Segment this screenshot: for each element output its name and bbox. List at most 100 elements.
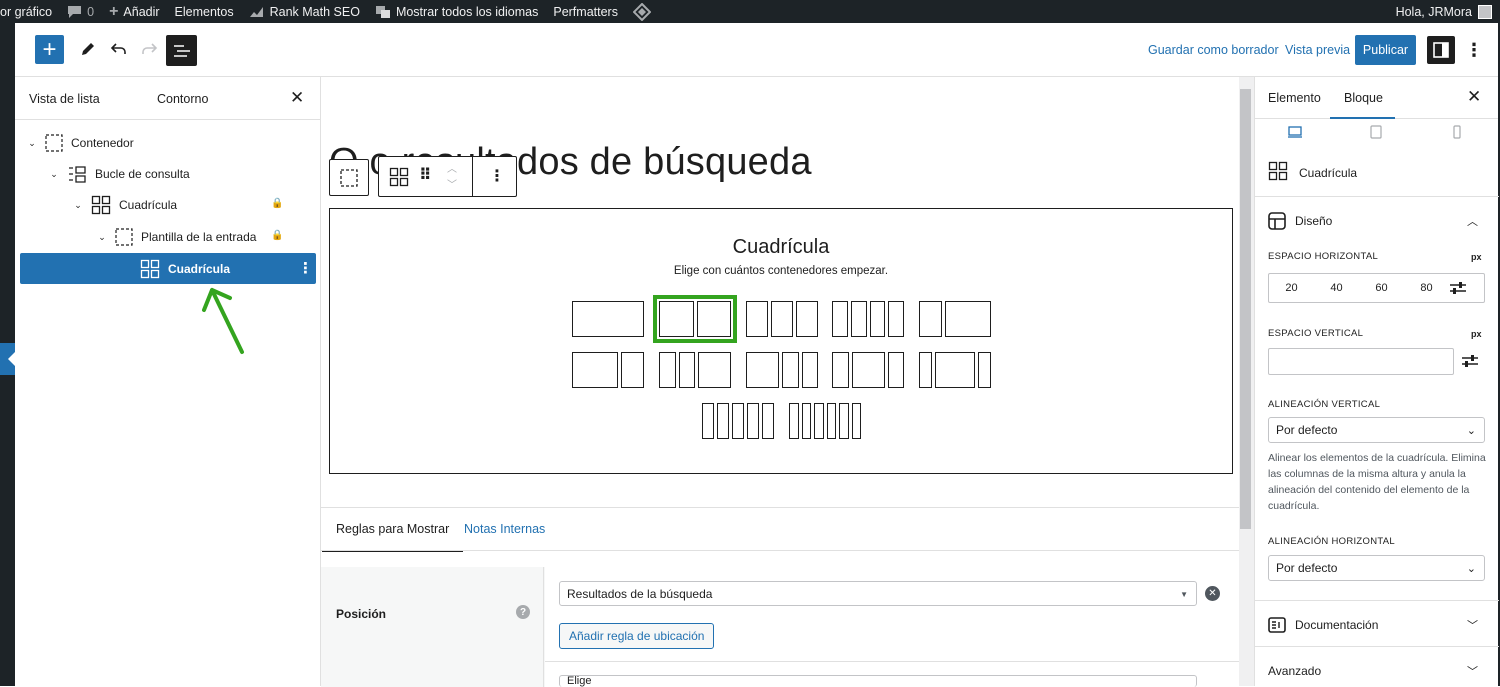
grid-layout-cell	[747, 403, 759, 439]
grid-placeholder: Cuadrícula Elige con cuántos contenedore…	[329, 208, 1233, 474]
more-vertical-icon[interactable]: ⋮	[298, 259, 313, 277]
grid-layout-option[interactable]	[653, 295, 737, 343]
select-parent-button[interactable]	[329, 159, 369, 196]
tablet-icon[interactable]	[1369, 125, 1383, 139]
admin-bar-diamond[interactable]	[632, 2, 651, 21]
block-card: Cuadrícula	[1255, 147, 1499, 197]
grid-layout-option[interactable]	[572, 301, 644, 337]
grid-layout-cell	[801, 352, 818, 388]
location-select[interactable]: Resultados de la búsqueda ▼	[559, 581, 1197, 606]
exclusion-select[interactable]: Elige	[559, 675, 1197, 687]
container-icon	[115, 228, 133, 246]
admin-bar-rankmath[interactable]: Rank Math SEO	[249, 5, 360, 19]
preset-60[interactable]: 60	[1359, 282, 1404, 294]
custom-settings-icon[interactable]	[1449, 281, 1467, 295]
scrollbar-thumb[interactable]	[1240, 89, 1251, 529]
plus-icon: +	[109, 2, 119, 20]
list-item[interactable]: ⌄ Cuadrícula	[71, 190, 177, 220]
grid-layout-cell	[702, 403, 714, 439]
remove-rule-icon[interactable]: ✕	[1205, 586, 1220, 601]
close-sidebar-button[interactable]: ✕	[1467, 87, 1481, 107]
move-down-icon[interactable]: ﹀	[447, 176, 457, 191]
list-item[interactable]: ⌄ Plantilla de la entrada	[95, 222, 256, 252]
grid-layout-option[interactable]	[919, 352, 991, 388]
editor-toolbar: + Guardar como borrador Vista previa Pub…	[15, 23, 1498, 77]
grid-layout-option[interactable]	[659, 352, 731, 388]
admin-bar-item-editor[interactable]: or gráfico	[0, 5, 52, 19]
undo-button[interactable]	[107, 37, 131, 61]
grid-layout-option[interactable]	[832, 352, 904, 388]
unit-label: px	[1471, 252, 1482, 262]
list-item[interactable]: ⌄ Bucle de consulta	[47, 159, 190, 189]
close-list-view-button[interactable]: ✕	[290, 88, 304, 108]
canvas-scrollbar[interactable]	[1239, 77, 1254, 686]
preset-40[interactable]: 40	[1314, 282, 1359, 294]
tab-block[interactable]: Bloque	[1330, 91, 1395, 119]
redo-button[interactable]	[137, 37, 161, 61]
tab-display-rules[interactable]: Reglas para Mostrar	[321, 522, 464, 552]
query-loop-icon	[67, 165, 87, 183]
design-panel-header[interactable]: Diseño	[1268, 212, 1332, 230]
grid-layout-cell	[832, 352, 849, 388]
position-label: Posición	[336, 607, 387, 621]
chevron-down-icon: ﹀	[1467, 620, 1478, 632]
admin-bar-new[interactable]: + Añadir	[109, 3, 159, 21]
tab-list-view[interactable]: Vista de lista	[29, 92, 100, 106]
admin-bar: or gráfico 0 + Añadir Elementos Rank Mat…	[0, 0, 1500, 23]
grid-layout-option[interactable]	[789, 403, 861, 439]
documentation-panel[interactable]: Documentación ﹀	[1255, 601, 1499, 647]
add-block-button[interactable]: +	[35, 35, 64, 64]
add-location-rule-button[interactable]: Añadir regla de ubicación	[559, 623, 715, 649]
sidebar-icon	[1433, 42, 1449, 58]
admin-bar-elements[interactable]: Elementos	[175, 5, 234, 19]
save-draft-button[interactable]: Guardar como borrador	[1148, 43, 1279, 57]
list-item-label: Bucle de consulta	[95, 167, 190, 181]
settings-button[interactable]	[1427, 36, 1455, 64]
vertical-align-select[interactable]: Por defecto ⌄	[1268, 417, 1485, 443]
admin-bar-account[interactable]: Hola, JRMora	[1396, 0, 1492, 23]
move-up-icon[interactable]: ︿	[447, 160, 457, 175]
custom-settings-icon[interactable]	[1461, 354, 1479, 368]
grid-layout-option[interactable]	[746, 352, 818, 388]
preview-button[interactable]: Vista previa	[1285, 43, 1350, 57]
preset-80[interactable]: 80	[1404, 282, 1449, 294]
grid-icon[interactable]	[389, 167, 409, 192]
mobile-icon[interactable]	[1450, 125, 1464, 139]
list-item[interactable]: ⌄ Contenedor	[25, 128, 134, 158]
documentation-header[interactable]: Documentación	[1268, 617, 1378, 633]
toolbar-separator	[472, 157, 473, 196]
layout-icon	[1268, 212, 1286, 230]
list-view-button[interactable]	[166, 35, 197, 66]
grid-layout-cell	[869, 301, 886, 337]
desktop-icon[interactable]	[1288, 125, 1302, 139]
horizontal-align-select[interactable]: Por defecto ⌄	[1268, 555, 1485, 581]
comments-count: 0	[87, 4, 95, 19]
grid-layout-option[interactable]	[919, 301, 991, 337]
grid-layout-option[interactable]	[832, 301, 904, 337]
admin-bar-comments[interactable]: 0	[67, 5, 94, 19]
exclusion-select-value: Elige	[567, 675, 592, 687]
chevron-down-icon: ⌄	[74, 199, 82, 210]
drag-handle-icon[interactable]: ⠿	[419, 165, 432, 185]
admin-bar-perfmatters[interactable]: Perfmatters	[553, 5, 618, 19]
grid-layout-option[interactable]	[746, 301, 818, 337]
grid-layout-option[interactable]	[702, 403, 774, 439]
tab-outline[interactable]: Contorno	[157, 92, 208, 106]
tools-button[interactable]	[76, 37, 100, 61]
chevron-up-icon[interactable]: ︿	[1467, 213, 1478, 229]
preset-20[interactable]: 20	[1269, 282, 1314, 294]
options-menu-button[interactable]: ⋮	[1464, 38, 1484, 62]
vertical-gap-input[interactable]	[1268, 348, 1454, 375]
more-vertical-icon[interactable]: ⋮	[489, 166, 505, 186]
advanced-panel[interactable]: Avanzado ﹀	[1255, 647, 1499, 686]
horizontal-align-value: Por defecto	[1276, 561, 1338, 575]
grid-layout-cell	[717, 403, 729, 439]
grid-layout-option[interactable]	[572, 352, 644, 388]
tab-internal-notes[interactable]: Notas Internas	[464, 522, 545, 536]
help-icon[interactable]: ?	[516, 605, 530, 619]
block-name: Cuadrícula	[1299, 166, 1358, 180]
list-item-selected[interactable]: Cuadrícula ⋮	[20, 253, 316, 284]
admin-bar-languages[interactable]: Mostrar todos los idiomas	[375, 5, 538, 19]
publish-button[interactable]: Publicar	[1355, 35, 1416, 65]
tab-element[interactable]: Elemento	[1268, 91, 1321, 105]
